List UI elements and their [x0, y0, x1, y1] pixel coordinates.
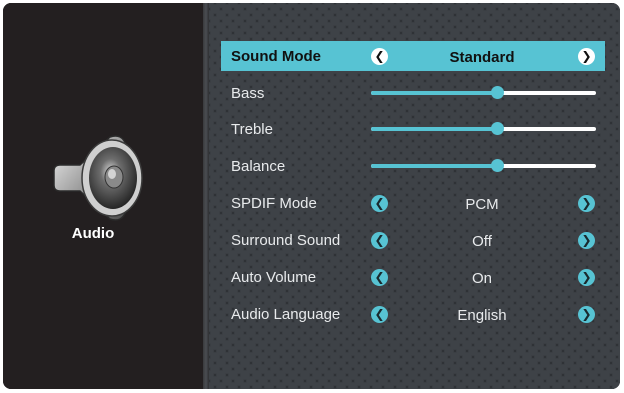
- balance-slider[interactable]: [371, 159, 596, 172]
- treble-slider-thumb[interactable]: [491, 122, 504, 135]
- audio-language-label: Audio Language: [231, 306, 341, 323]
- speaker-icon: [53, 135, 143, 221]
- menu-row-sound-mode[interactable]: Sound Mode ❮ Standard ❯: [221, 41, 605, 71]
- menu-row-treble[interactable]: Treble: [221, 114, 605, 144]
- category-title: Audio: [71, 225, 115, 242]
- auto-volume-value: On: [471, 270, 492, 287]
- surround-sound-label: Surround Sound: [231, 232, 341, 249]
- balance-slider-thumb[interactable]: [491, 159, 504, 172]
- chevron-left-icon[interactable]: ❮: [371, 48, 388, 65]
- audio-language-value: English: [457, 307, 507, 324]
- chevron-right-icon[interactable]: ❯: [578, 232, 595, 249]
- chevron-left-icon[interactable]: ❮: [371, 232, 388, 249]
- chevron-right-icon[interactable]: ❯: [578, 48, 595, 65]
- treble-label: Treble: [231, 121, 273, 138]
- menu-row-bass[interactable]: Bass: [221, 78, 605, 108]
- chevron-left-icon[interactable]: ❮: [371, 306, 388, 323]
- spdif-mode-value: PCM: [465, 196, 499, 213]
- chevron-right-icon[interactable]: ❯: [578, 306, 595, 323]
- menu-row-auto-volume[interactable]: Auto Volume ❮ On ❯: [221, 262, 605, 292]
- bass-slider[interactable]: [371, 86, 596, 99]
- sound-mode-value: Standard: [449, 49, 515, 66]
- category-panel: Audio: [3, 3, 203, 389]
- menu-row-spdif-mode[interactable]: SPDIF Mode ❮ PCM ❯: [221, 188, 605, 218]
- menu-row-audio-language[interactable]: Audio Language ❮ English ❯: [221, 299, 605, 329]
- treble-slider[interactable]: [371, 122, 596, 135]
- sound-mode-label: Sound Mode: [231, 48, 321, 65]
- bass-label: Bass: [231, 85, 265, 102]
- treble-slider-fill: [371, 127, 497, 131]
- chevron-right-icon[interactable]: ❯: [578, 269, 595, 286]
- auto-volume-label: Auto Volume: [231, 269, 317, 286]
- spdif-mode-label: SPDIF Mode: [231, 195, 317, 212]
- bass-slider-fill: [371, 91, 497, 95]
- menu-row-surround-sound[interactable]: Surround Sound ❮ Off ❯: [221, 225, 605, 255]
- chevron-right-icon[interactable]: ❯: [578, 195, 595, 212]
- chevron-left-icon[interactable]: ❮: [371, 269, 388, 286]
- bass-slider-thumb[interactable]: [491, 86, 504, 99]
- surround-sound-value: Off: [472, 233, 492, 250]
- menu-row-balance[interactable]: Balance: [221, 151, 605, 181]
- balance-slider-fill: [371, 164, 497, 168]
- chevron-left-icon[interactable]: ❮: [371, 195, 388, 212]
- balance-label: Balance: [231, 158, 286, 175]
